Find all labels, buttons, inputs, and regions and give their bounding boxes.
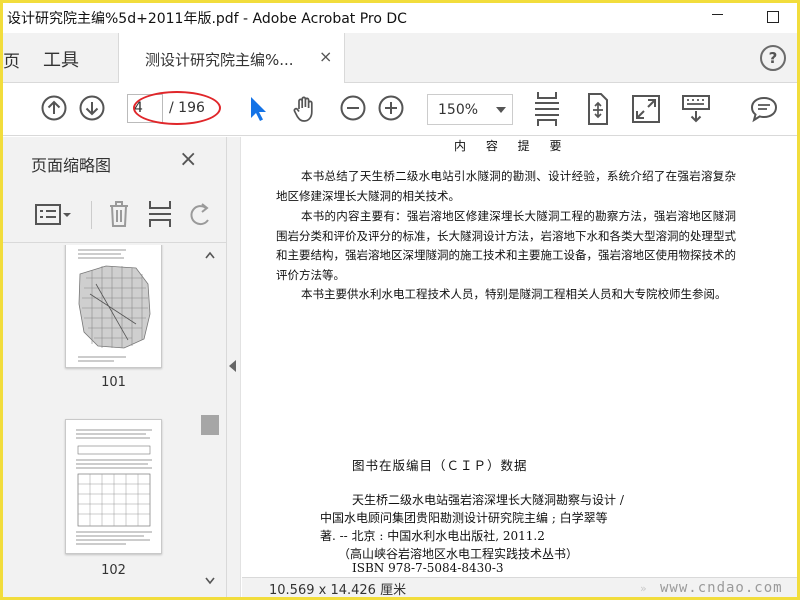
zoom-dropdown[interactable]: 150% xyxy=(427,94,513,125)
title-bar: 设计研究院主编%5d+2011年版.pdf - Adobe Acrobat Pr… xyxy=(3,3,797,33)
page-thumbnail-image xyxy=(78,249,151,362)
tab-bar: 页 工具 测设计研究院主编%... × ? xyxy=(3,33,797,83)
document-tab-label: 测设计研究院主编%... xyxy=(145,51,294,69)
document-view[interactable]: 内 容 提 要 本书总结了天生桥二级水电站引水隧洞的勘测、设计经验，系统介绍了在… xyxy=(242,137,797,577)
thumbnail-pane: 页面缩略图 × 101 102 xyxy=(3,137,227,597)
close-tab-icon[interactable]: × xyxy=(319,47,332,66)
summary-paragraph: 本书主要供水利水电工程技术人员，特别是隧洞工程相关人员和大专院校师生参阅。 xyxy=(301,287,727,301)
thumbnail-list: 101 102 xyxy=(3,245,203,597)
scroll-down-icon[interactable] xyxy=(205,577,215,585)
tab-document[interactable]: 测设计研究院主编%... × xyxy=(118,33,345,83)
maximize-icon xyxy=(767,11,779,23)
cip-title: 图书在版编目（ＣＩＰ）数据 xyxy=(352,458,528,473)
scrollbar-thumb[interactable] xyxy=(201,415,219,435)
thumbnail-page[interactable] xyxy=(65,419,162,554)
watermark-arrows-icon: » xyxy=(640,582,647,595)
collapse-arrow-icon xyxy=(229,360,236,372)
rotate-view-icon[interactable] xyxy=(584,92,612,126)
comment-icon[interactable] xyxy=(749,94,779,124)
maximize-button[interactable] xyxy=(759,5,787,29)
cip-line: 天生桥二级水电站强岩溶深埋长大隧洞勘察与设计 / xyxy=(352,493,624,507)
insert-page-icon[interactable] xyxy=(147,199,173,229)
cip-line: （高山峡谷岩溶地区水电工程实践技术丛书） xyxy=(338,547,579,561)
full-screen-icon[interactable] xyxy=(631,94,661,124)
watermark-text: www.cndao.com xyxy=(660,580,783,596)
thumbnail-page[interactable] xyxy=(65,245,162,368)
cip-line: ISBN 978-7-5084-8430-3 xyxy=(352,561,504,575)
chevron-down-icon xyxy=(496,107,506,113)
status-bar: 10.569 x 14.426 厘米 » www.cndao.com xyxy=(242,577,797,597)
page-dimensions: 10.569 x 14.426 厘米 xyxy=(269,583,407,598)
pane-title: 页面缩略图 xyxy=(31,156,112,175)
thumbnail-scrollbar[interactable] xyxy=(201,245,219,597)
close-pane-icon[interactable]: × xyxy=(179,147,197,172)
prev-page-icon[interactable] xyxy=(40,94,68,122)
zoom-in-icon[interactable] xyxy=(377,94,405,122)
select-cursor-icon[interactable] xyxy=(246,94,270,124)
minimize-icon xyxy=(711,14,723,15)
minimize-button[interactable] xyxy=(703,5,731,29)
tab-tools[interactable]: 工具 xyxy=(43,46,79,72)
page-thumbnail-image xyxy=(76,429,152,545)
acrobat-window: 设计研究院主编%5d+2011年版.pdf - Adobe Acrobat Pr… xyxy=(0,0,800,600)
toolbar-divider xyxy=(91,201,92,229)
tab-home[interactable]: 页 xyxy=(3,47,20,72)
options-menu-icon[interactable] xyxy=(35,203,75,227)
main-toolbar: 4 / 196 150% xyxy=(3,84,797,136)
cip-line: 中国水电顾问集团贵阳勘测设计研究院主编 ; 白学翠等 xyxy=(320,511,608,525)
trash-icon[interactable] xyxy=(107,199,131,229)
window-title: 设计研究院主编%5d+2011年版.pdf - Adobe Acrobat Pr… xyxy=(7,11,407,27)
cip-line: 著. -- 北京 : 中国水利水电出版社, 2011.2 xyxy=(320,529,545,543)
summary-paragraph: 本书总结了天生桥二级水电站引水隧洞的勘测、设计经验，系统介绍了在强岩溶复杂地区修… xyxy=(276,169,736,203)
thumbnail-label: 101 xyxy=(101,375,126,390)
help-button[interactable]: ? xyxy=(760,45,786,71)
next-page-icon[interactable] xyxy=(78,94,106,122)
scroll-mode-icon[interactable] xyxy=(533,90,561,128)
thumbnail-toolbar xyxy=(3,187,227,243)
keyboard-icon[interactable] xyxy=(681,94,711,124)
zoom-value: 150% xyxy=(438,102,479,118)
highlight-ellipse xyxy=(133,91,221,125)
summary-paragraph: 本书的内容主要有：强岩溶地区修建深埋长大隧洞工程的勘察方法，强岩溶地区隧洞围岩分… xyxy=(276,209,736,282)
scroll-up-icon[interactable] xyxy=(205,251,215,259)
zoom-out-icon[interactable] xyxy=(339,94,367,122)
pane-collapse-handle[interactable] xyxy=(227,137,241,597)
hand-tool-icon[interactable] xyxy=(290,94,320,124)
rotate-page-icon[interactable] xyxy=(189,201,213,227)
thumbnail-label: 102 xyxy=(101,563,126,578)
page-heading: 内 容 提 要 xyxy=(454,139,570,153)
